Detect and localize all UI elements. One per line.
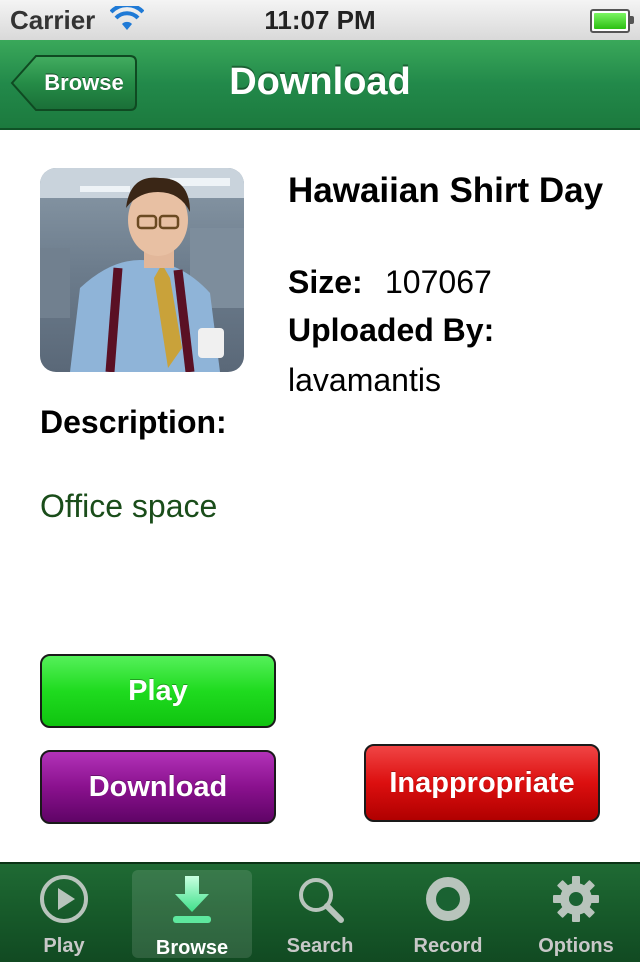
navigation-bar: Browse Download bbox=[0, 40, 640, 130]
size-value: 107067 bbox=[385, 264, 492, 300]
tab-search-label: Search bbox=[286, 935, 354, 957]
tab-browse-label: Browse bbox=[155, 937, 229, 959]
clock: 11:07 PM bbox=[264, 5, 376, 35]
size-label: Size: bbox=[288, 264, 363, 300]
tab-record[interactable]: Record bbox=[384, 864, 512, 962]
tab-bar: Play Browse Search Record Options bbox=[0, 862, 640, 962]
tab-play[interactable]: Play bbox=[0, 864, 128, 962]
tab-play-label: Play bbox=[43, 935, 85, 957]
tab-browse[interactable]: Browse bbox=[132, 870, 252, 959]
tab-record-label: Record bbox=[413, 935, 483, 957]
tab-options-label: Options bbox=[538, 935, 614, 957]
uploaded-by-label: Uploaded By: bbox=[288, 312, 495, 348]
tab-search[interactable]: Search bbox=[256, 864, 384, 962]
download-arrow-icon bbox=[173, 876, 211, 923]
play-icon bbox=[40, 875, 88, 923]
item-thumbnail bbox=[40, 168, 244, 372]
description-label: Description: bbox=[40, 404, 227, 440]
battery-icon bbox=[590, 9, 634, 33]
status-bar: Carrier 11:07 PM bbox=[0, 0, 640, 41]
search-icon bbox=[299, 878, 344, 923]
uploaded-by-value: lavamantis bbox=[288, 362, 441, 398]
description-text: Office space bbox=[40, 488, 218, 524]
item-title: Hawaiian Shirt Day bbox=[288, 171, 604, 210]
download-button[interactable]: Download bbox=[40, 750, 276, 824]
back-button[interactable]: Browse bbox=[10, 54, 138, 112]
tab-options[interactable]: Options bbox=[512, 864, 640, 962]
play-button[interactable]: Play bbox=[40, 654, 276, 728]
page-title: Download bbox=[229, 61, 411, 103]
record-icon bbox=[426, 877, 470, 921]
gear-icon bbox=[553, 876, 599, 922]
report-inappropriate-button[interactable]: Inappropriate bbox=[364, 744, 600, 822]
back-button-label: Browse bbox=[44, 70, 124, 95]
